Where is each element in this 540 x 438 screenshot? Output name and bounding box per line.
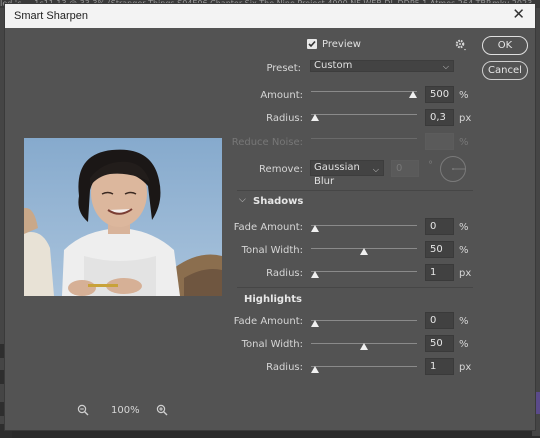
shadows-radius-unit: px [459, 268, 472, 279]
highlights-tonal-thumb[interactable] [360, 343, 368, 350]
radius-slider[interactable] [311, 111, 417, 123]
highlights-fade-unit: % [459, 316, 469, 327]
preset-select[interactable]: Custom ⌵ [310, 60, 454, 72]
shadows-radius-thumb[interactable] [311, 271, 319, 278]
radius-input[interactable]: 0,3 [425, 109, 454, 126]
highlights-tonal-label: Tonal Width: [241, 339, 303, 350]
highlights-radius-slider[interactable] [311, 363, 417, 375]
shadows-fade-unit: % [459, 222, 469, 233]
ok-button[interactable]: OK [482, 36, 528, 55]
preview-checkbox[interactable] [307, 39, 317, 49]
dialog-titlebar: Smart Sharpen ✕ [5, 4, 535, 28]
radius-label: Radius: [266, 113, 303, 124]
angle-input: 0 [391, 160, 419, 177]
highlights-radius-thumb[interactable] [311, 366, 319, 373]
zoom-level: 100% [111, 405, 140, 416]
amount-label: Amount: [260, 90, 303, 101]
remove-label: Remove: [259, 164, 303, 175]
angle-unit: ° [428, 160, 433, 171]
close-icon[interactable]: ✕ [512, 7, 525, 23]
remove-value: Gaussian Blur [314, 162, 360, 187]
highlights-radius-unit: px [459, 362, 472, 373]
preset-label: Preset: [266, 63, 301, 74]
shadows-tonal-thumb[interactable] [360, 248, 368, 255]
section-divider [237, 190, 473, 191]
radius-unit: px [459, 113, 472, 124]
cancel-button[interactable]: Cancel [482, 61, 528, 80]
highlights-fade-thumb[interactable] [311, 320, 319, 327]
reduce-noise-input [425, 133, 454, 150]
highlights-fade-label: Fade Amount: [233, 316, 303, 327]
chevron-down-icon: ⌵ [442, 62, 449, 71]
preview-label[interactable]: Preview [322, 39, 361, 50]
highlights-radius-input[interactable]: 1 [425, 358, 454, 375]
angle-value: 0 [396, 163, 403, 174]
preview-photo [24, 138, 222, 296]
section-divider [237, 287, 473, 288]
highlights-radius-label: Radius: [266, 362, 303, 373]
shadows-radius-input[interactable]: 1 [425, 264, 454, 281]
amount-input[interactable]: 500 [425, 86, 454, 103]
reduce-noise-slider [311, 135, 417, 147]
radius-slider-thumb[interactable] [311, 114, 319, 121]
preset-value: Custom [314, 60, 353, 71]
shadows-fade-label: Fade Amount: [233, 222, 303, 233]
highlights-fade-slider[interactable] [311, 317, 417, 329]
highlights-tonal-unit: % [459, 339, 469, 350]
shadows-tonal-input[interactable]: 50 [425, 241, 454, 258]
highlights-fade-input[interactable]: 0 [425, 312, 454, 329]
amount-slider-thumb[interactable] [409, 91, 417, 98]
shadows-radius-label: Radius: [266, 268, 303, 279]
dialog-title: Smart Sharpen [14, 10, 88, 22]
shadows-fade-slider[interactable] [311, 222, 417, 234]
preview-image[interactable] [24, 138, 222, 296]
angle-dial-icon [440, 156, 466, 182]
reduce-noise-unit: % [459, 137, 469, 148]
zoom-out-icon[interactable] [77, 404, 89, 416]
checkbox-icon [308, 40, 316, 48]
gear-icon[interactable] [455, 39, 467, 51]
zoom-in-icon[interactable] [156, 404, 168, 416]
shadows-header[interactable]: Shadows [253, 196, 303, 207]
highlights-tonal-slider[interactable] [311, 340, 417, 352]
chevron-down-icon: ⌵ [372, 165, 379, 174]
highlights-header[interactable]: Highlights [244, 294, 302, 305]
shadows-radius-slider[interactable] [311, 268, 417, 280]
amount-slider[interactable] [311, 88, 417, 100]
amount-unit: % [459, 90, 469, 101]
shadows-tonal-label: Tonal Width: [241, 245, 303, 256]
shadows-fade-thumb[interactable] [311, 225, 319, 232]
shadows-tonal-unit: % [459, 245, 469, 256]
remove-select[interactable]: Gaussian Blur ⌵ [310, 160, 384, 187]
reduce-noise-label: Reduce Noise: [231, 137, 303, 148]
shadows-tonal-slider[interactable] [311, 245, 417, 257]
shadows-toggle-icon[interactable]: ⌵ [239, 195, 246, 205]
smart-sharpen-dialog: Smart Sharpen ✕ Preview OK Cancel Preset… [4, 3, 536, 431]
shadows-fade-input[interactable]: 0 [425, 218, 454, 235]
highlights-tonal-input[interactable]: 50 [425, 335, 454, 352]
